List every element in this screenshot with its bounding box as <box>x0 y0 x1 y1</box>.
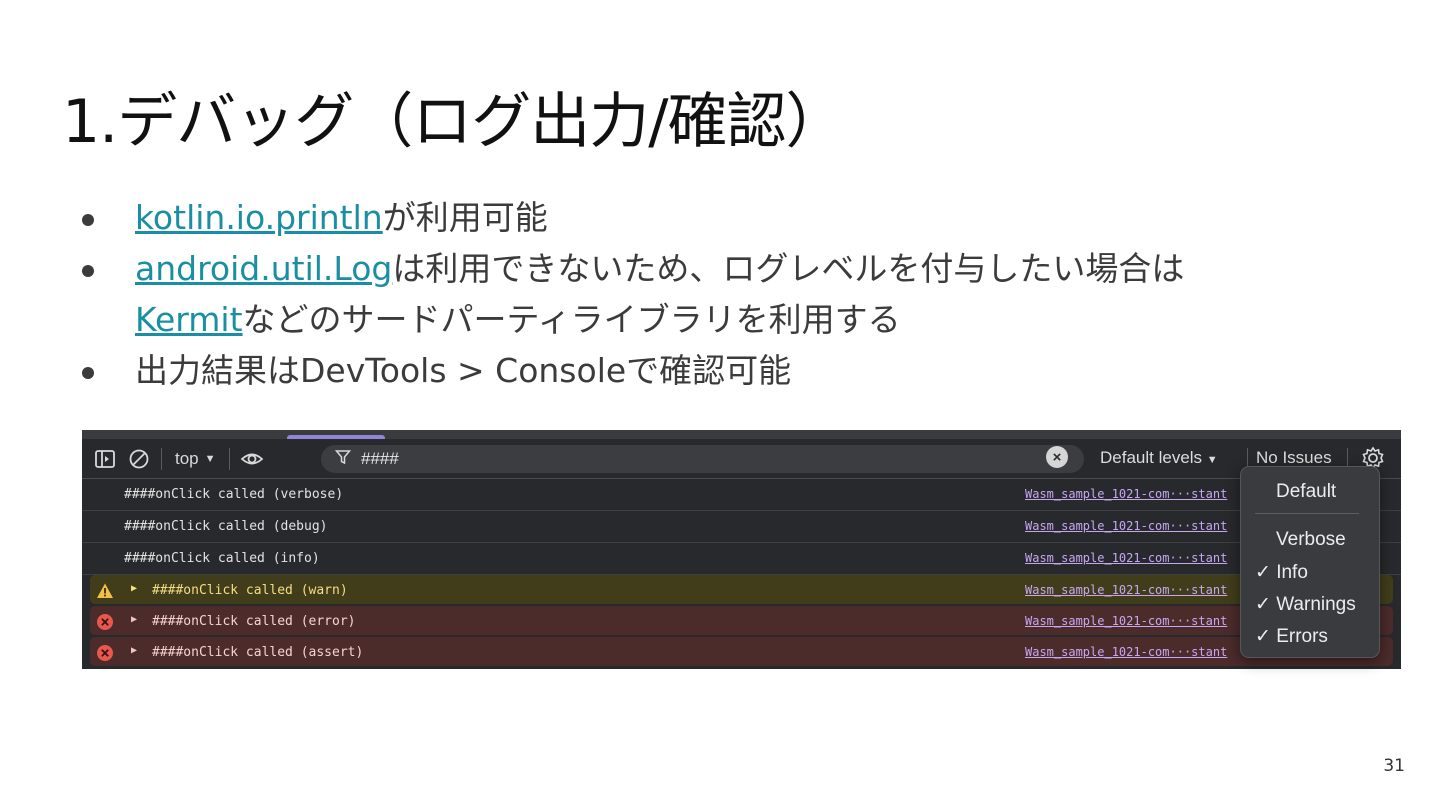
expand-arrow-icon[interactable]: ▶ <box>131 614 137 625</box>
source-link[interactable]: Wasm_sample_1021-com···stant <box>1025 645 1227 659</box>
bullet-text: などのサードパーティライブラリを利用する <box>242 300 901 339</box>
console-row-assert[interactable]: ▶ ####onClick called (assert) Wasm_sampl… <box>90 637 1393 666</box>
level-warnings-option[interactable]: ✓ Warnings <box>1255 593 1356 616</box>
log-levels-menu: Default Verbose ✓ Info ✓ Warnings ✓ Erro… <box>1240 466 1380 658</box>
expand-arrow-icon[interactable]: ▶ <box>131 645 137 656</box>
source-link[interactable]: Wasm_sample_1021-com···stant <box>1025 614 1227 628</box>
log-message: ####onClick called (debug) <box>124 519 328 534</box>
bullet-text: は利用できないため、ログレベルを付与したい場合は <box>392 249 1185 288</box>
filter-icon <box>334 449 352 470</box>
log-message: ####onClick called (warn) <box>152 583 348 598</box>
source-link[interactable]: Wasm_sample_1021-com···stant <box>1025 551 1227 565</box>
issues-button[interactable]: No Issues <box>1256 448 1332 468</box>
bullet-item: kotlin.io.printlnが利用可能 <box>80 192 1320 243</box>
log-message: ####onClick called (info) <box>124 551 320 566</box>
console-row-debug[interactable]: ####onClick called (debug) Wasm_sample_1… <box>82 511 1401 543</box>
console-messages: ####onClick called (verbose) Wasm_sample… <box>82 479 1401 666</box>
console-row-error[interactable]: ▶ ####onClick called (error) Wasm_sample… <box>90 606 1393 635</box>
console-row-verbose[interactable]: ####onClick called (verbose) Wasm_sample… <box>82 479 1401 511</box>
log-message: ####onClick called (verbose) <box>124 487 344 502</box>
source-link[interactable]: Wasm_sample_1021-com···stant <box>1025 487 1227 501</box>
expand-arrow-icon[interactable]: ▶ <box>131 583 137 594</box>
filter-input[interactable] <box>359 448 963 470</box>
level-errors-option[interactable]: ✓ Errors <box>1255 625 1328 648</box>
kermit-link[interactable]: Kermit <box>135 300 243 339</box>
page-number: 31 <box>1383 756 1405 776</box>
chevron-down-icon: ▼ <box>1206 454 1218 466</box>
log-message: ####onClick called (assert) <box>152 645 364 660</box>
slide-title: 1.デバッグ（ログ出力/確認） <box>62 87 845 157</box>
bullet-item: android.util.Logは利用できないため、ログレベルを付与したい場合は… <box>80 243 1320 345</box>
console-row-info[interactable]: ####onClick called (info) Wasm_sample_10… <box>82 543 1401 575</box>
error-icon <box>96 644 114 662</box>
toolbar-divider <box>228 447 230 470</box>
log-levels-label: Default levels <box>1100 448 1203 467</box>
bullet-item: 出力結果はDevTools > Consoleで確認可能 <box>80 345 1320 396</box>
error-icon <box>96 613 114 631</box>
sidebar-toggle-icon[interactable] <box>92 446 118 472</box>
clear-console-icon[interactable] <box>126 446 152 472</box>
console-row-warn[interactable]: ▶ ####onClick called (warn) Wasm_sample_… <box>90 575 1393 604</box>
toolbar-divider <box>161 447 162 470</box>
source-link[interactable]: Wasm_sample_1021-com···stant <box>1025 519 1227 533</box>
android-log-link[interactable]: android.util.Log <box>135 249 392 288</box>
log-levels-dropdown[interactable]: Default levels ▼ <box>1100 448 1218 468</box>
context-label: top <box>175 448 199 468</box>
bullet-text: 出力結果はDevTools > Consoleで確認可能 <box>135 351 792 390</box>
warning-icon <box>96 582 114 600</box>
devtools-console-screenshot: top ▼ × Default levels ▼ No Issues ####o… <box>82 430 1401 669</box>
level-default-option[interactable]: Default <box>1276 481 1336 503</box>
source-link[interactable]: Wasm_sample_1021-com···stant <box>1025 583 1227 597</box>
filter-box[interactable] <box>321 445 1084 473</box>
console-toolbar: top ▼ × Default levels ▼ No Issues <box>82 439 1401 479</box>
log-message: ####onClick called (error) <box>152 614 356 629</box>
menu-divider <box>1255 513 1359 514</box>
devtools-tabstrip <box>82 430 1401 439</box>
bullet-list: kotlin.io.printlnが利用可能 android.util.Logは… <box>80 192 1320 396</box>
bullet-text: が利用可能 <box>382 198 548 237</box>
chevron-down-icon: ▼ <box>204 452 216 465</box>
level-info-option[interactable]: ✓ Info <box>1255 561 1308 584</box>
eye-icon[interactable] <box>239 446 265 472</box>
kotlin-println-link[interactable]: kotlin.io.println <box>135 198 383 237</box>
level-verbose-option[interactable]: Verbose <box>1276 529 1346 551</box>
clear-filter-icon[interactable]: × <box>1046 446 1068 468</box>
context-selector[interactable]: top ▼ <box>171 449 220 469</box>
